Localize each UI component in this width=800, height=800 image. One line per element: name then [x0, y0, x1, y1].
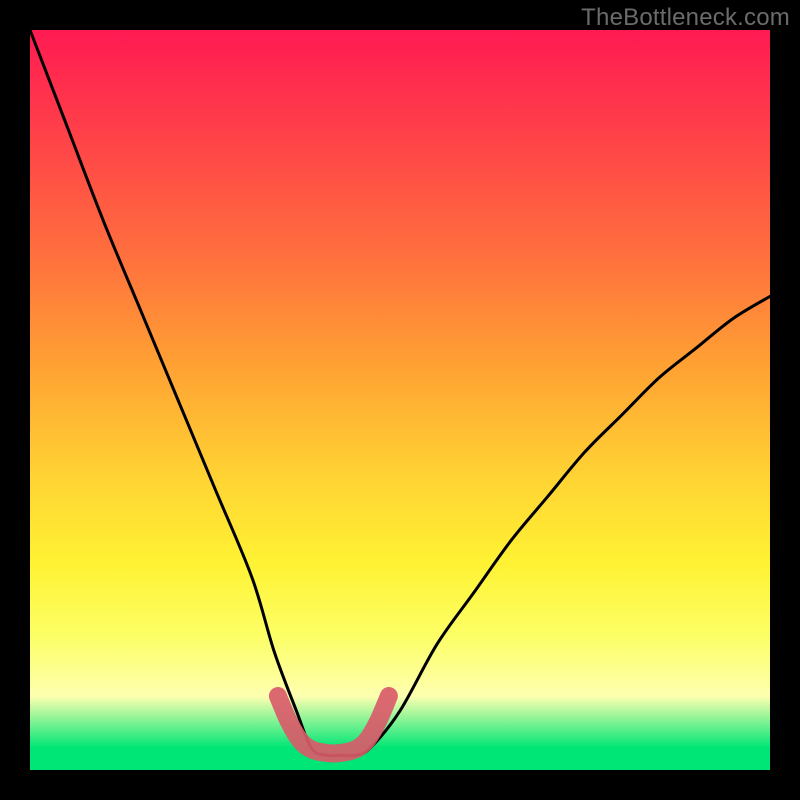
bottleneck-curve — [30, 30, 770, 756]
watermark-text: TheBottleneck.com — [581, 4, 790, 32]
curve-svg — [30, 30, 770, 770]
plot-area — [30, 30, 770, 770]
chart-frame: TheBottleneck.com — [0, 0, 800, 800]
